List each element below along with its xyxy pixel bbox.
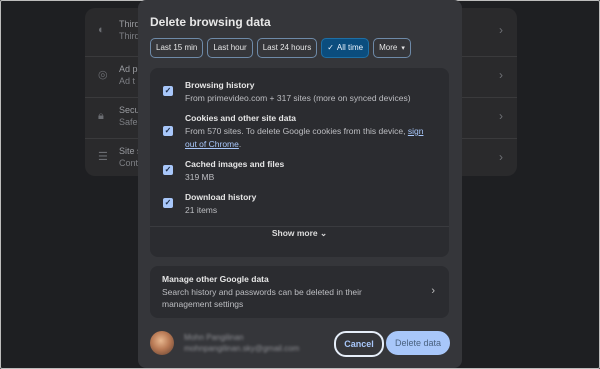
manage-google-data-row[interactable]: Manage other Google data Search history …: [150, 266, 449, 318]
account-name: Mohn Pangilinan: [184, 333, 244, 342]
chip-last-15-min[interactable]: Last 15 min: [150, 38, 204, 58]
chip-label: More: [379, 43, 398, 52]
item-title: Cached images and files: [185, 159, 285, 169]
dialog-title: Delete browsing data: [150, 15, 271, 29]
chevron-right-icon: ›: [499, 23, 503, 37]
cancel-button[interactable]: Cancel: [334, 331, 384, 357]
settings-row-subtitle: Ad t: [119, 76, 136, 86]
show-more-button[interactable]: Show more ⌄: [150, 228, 449, 239]
account-email: mohnpangilinan.sky@gmail.com: [184, 344, 300, 353]
avatar: [150, 331, 174, 355]
chip-more-dropdown[interactable]: More ▾: [373, 38, 411, 58]
chevron-right-icon: ›: [499, 68, 503, 82]
item-title: Cookies and other site data: [185, 113, 296, 123]
chip-all-time[interactable]: ✓ All time: [321, 38, 370, 58]
chevron-right-icon: ›: [499, 109, 503, 123]
ad-icon: ◎: [98, 69, 108, 81]
item-description: From primevideo.com + 317 sites (more on…: [185, 93, 411, 103]
chip-label: Last 24 hours: [262, 43, 312, 52]
settings-row-title: Third: [119, 19, 140, 29]
checkbox-checked-icon[interactable]: ✓: [163, 198, 173, 208]
item-description-end: .: [238, 139, 242, 149]
checkbox-checked-icon[interactable]: ✓: [163, 165, 173, 175]
item-title: Browsing history: [185, 80, 255, 90]
sliders-icon: ☰: [98, 151, 108, 163]
chip-label: Last 15 min: [156, 43, 198, 52]
settings-row-subtitle: Safe: [119, 117, 138, 127]
item-description: From 570 sites. To delete Google cookies…: [185, 125, 435, 151]
settings-row-subtitle: Cont: [119, 158, 139, 168]
chevron-down-icon: ▾: [401, 45, 405, 52]
manage-description: Search history and passwords can be dele…: [162, 287, 362, 309]
chip-last-hour[interactable]: Last hour: [207, 38, 253, 58]
show-more-label: Show more: [271, 228, 318, 238]
chip-label: Last hour: [213, 43, 247, 52]
lock-icon: 🔒︎: [98, 110, 104, 122]
settings-row-subtitle: Third: [119, 31, 140, 41]
divider: [150, 226, 449, 227]
chevron-down-icon: ⌄: [320, 228, 328, 238]
checkbox-checked-icon[interactable]: ✓: [163, 126, 173, 136]
checkbox-checked-icon[interactable]: ✓: [163, 86, 173, 96]
item-description-text: From 570 sites. To delete Google cookies…: [185, 126, 406, 136]
checkmark-icon: ✓: [327, 43, 334, 52]
chevron-right-icon: ›: [431, 285, 435, 297]
time-range-chips: Last 15 min Last hour Last 24 hours ✓ All…: [150, 38, 411, 58]
cookie-icon: ◐: [98, 24, 105, 36]
delete-browsing-data-dialog: Delete browsing data Last 15 min Last ho…: [138, 0, 462, 368]
chevron-right-icon: ›: [499, 150, 503, 164]
delete-data-button[interactable]: Delete data: [386, 331, 450, 355]
chip-label: All time: [336, 43, 364, 52]
item-description: 319 MB: [185, 172, 215, 182]
item-title: Download history: [185, 192, 257, 202]
manage-title: Manage other Google data: [162, 274, 269, 284]
item-description: 21 items: [185, 205, 218, 215]
settings-row-title: Secu: [119, 105, 140, 115]
chip-last-24-hours[interactable]: Last 24 hours: [256, 38, 318, 58]
settings-row-title: Ad p: [119, 64, 138, 74]
data-types-card: ✓ Browsing history From primevideo.com +…: [150, 68, 449, 257]
